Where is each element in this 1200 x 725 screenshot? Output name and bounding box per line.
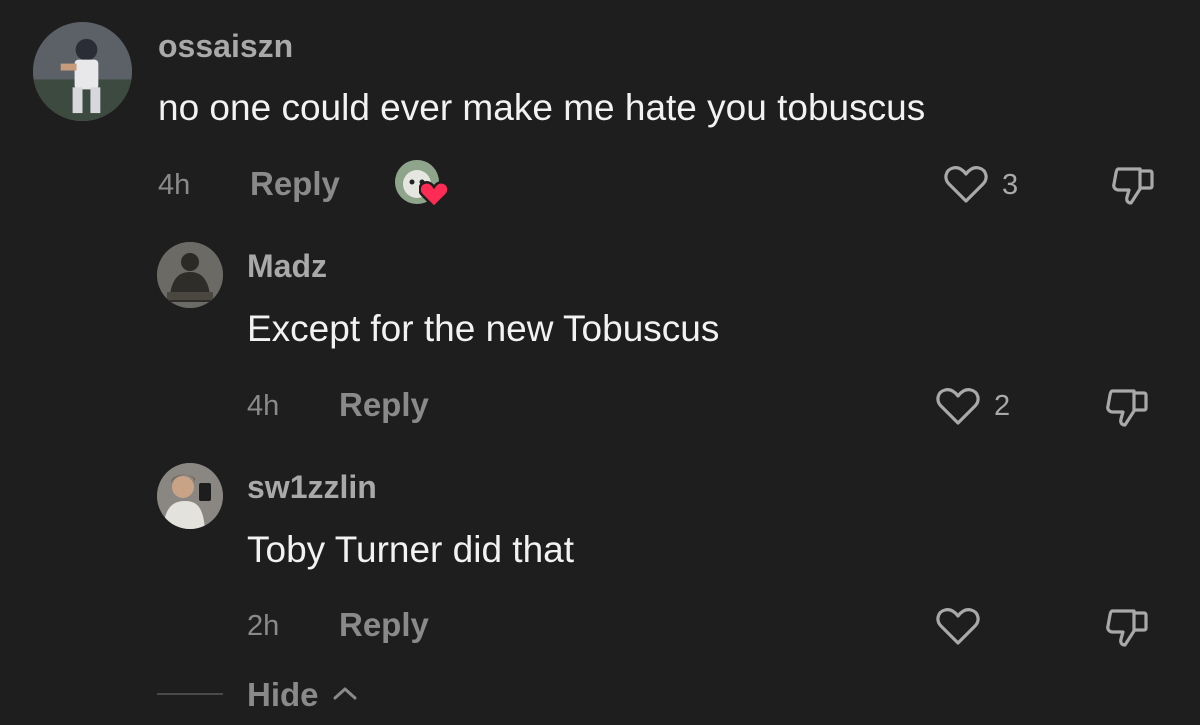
heart-outline-icon[interactable] bbox=[936, 386, 980, 426]
like-count: 2 bbox=[994, 390, 1011, 422]
heart-outline-icon[interactable] bbox=[944, 164, 988, 204]
avatar-image bbox=[33, 22, 132, 121]
comment-timestamp: 2h bbox=[247, 610, 280, 642]
chevron-up-icon bbox=[332, 685, 358, 701]
creator-liked-badge bbox=[395, 160, 451, 212]
hide-replies-button[interactable]: Hide bbox=[247, 678, 358, 711]
comment-text: no one could ever make me hate you tobus… bbox=[158, 87, 926, 128]
heart-filled-icon bbox=[419, 180, 449, 208]
hide-replies-label: Hide bbox=[247, 676, 319, 713]
reply-button[interactable]: Reply bbox=[250, 167, 340, 200]
thumbs-down-icon[interactable] bbox=[1104, 605, 1152, 649]
heart-outline-icon[interactable] bbox=[936, 606, 980, 646]
comment-timestamp: 4h bbox=[247, 390, 280, 422]
avatar-madz[interactable] bbox=[157, 242, 223, 308]
comment-username[interactable]: sw1zzlin bbox=[247, 471, 377, 503]
avatar-image bbox=[157, 463, 223, 529]
avatar-image bbox=[157, 242, 223, 308]
avatar-ossaiszn[interactable] bbox=[33, 22, 132, 121]
comment-text: Except for the new Tobuscus bbox=[247, 308, 720, 349]
comment-timestamp: 4h bbox=[158, 169, 191, 201]
thumbs-down-icon[interactable] bbox=[1104, 385, 1152, 429]
comment-text: Toby Turner did that bbox=[247, 529, 575, 570]
replies-divider bbox=[157, 693, 223, 695]
comment-username[interactable]: ossaiszn bbox=[158, 30, 293, 62]
avatar-sw1zzlin[interactable] bbox=[157, 463, 223, 529]
reply-button[interactable]: Reply bbox=[339, 608, 429, 641]
like-count: 3 bbox=[1002, 169, 1019, 201]
reply-button[interactable]: Reply bbox=[339, 388, 429, 421]
thumbs-down-icon[interactable] bbox=[1110, 163, 1158, 207]
comment-username[interactable]: Madz bbox=[247, 250, 327, 282]
